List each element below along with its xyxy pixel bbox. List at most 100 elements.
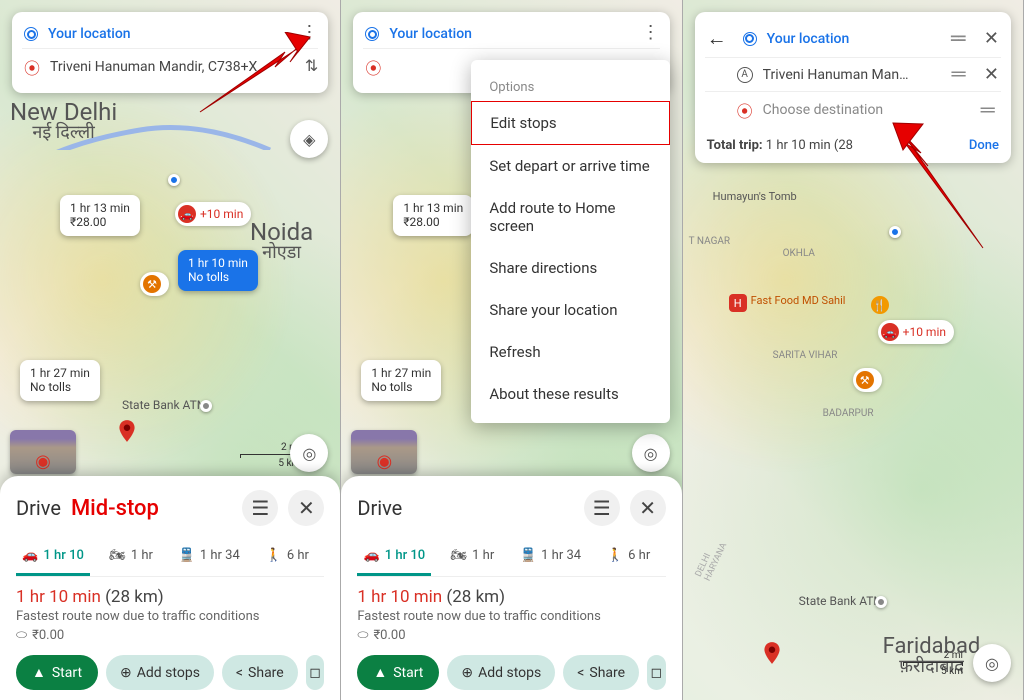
poi-tomb: Humayun's Tomb bbox=[713, 190, 797, 203]
walk-icon: 🚶 bbox=[266, 548, 282, 563]
train-icon: 🚆 bbox=[179, 548, 195, 563]
directions-card: Your location ⦿ Triveni Hanuman Mandir, … bbox=[12, 12, 328, 93]
route-options-button[interactable]: ☰ bbox=[242, 490, 278, 526]
origin-field[interactable]: Your location bbox=[363, 20, 659, 49]
start-button[interactable]: ▲Start bbox=[16, 655, 98, 690]
car-icon: 🚗 bbox=[364, 548, 380, 563]
route-summary: 1 hr 10 min (28 km) bbox=[16, 587, 324, 607]
alt-route-2-callout[interactable]: 1 hr 27 min No tolls bbox=[361, 360, 441, 401]
mode-walk[interactable]: 🚶6 hr bbox=[250, 540, 324, 576]
toll-icon: ⬭ bbox=[357, 628, 368, 643]
choose-destination-field[interactable]: ⦿ Choose destination == bbox=[705, 91, 1001, 128]
waypoint-bank bbox=[875, 596, 887, 608]
directions-sheet: Drive ☰ ✕ 🚗1 hr 10 🏍1 hr 🚆1 hr 34 🚶6 hr … bbox=[341, 476, 681, 700]
overflow-menu-button[interactable]: ⋮ bbox=[642, 22, 660, 43]
recenter-button[interactable]: ◎ bbox=[973, 644, 1011, 682]
mode-transit[interactable]: 🚆1 hr 34 bbox=[172, 540, 246, 576]
overflow-menu: Options Edit stops Set depart or arrive … bbox=[471, 60, 669, 423]
menu-depart-time[interactable]: Set depart or arrive time bbox=[471, 145, 669, 187]
close-sheet-button[interactable]: ✕ bbox=[288, 490, 324, 526]
origin-field[interactable]: Your location bbox=[22, 20, 318, 49]
train-icon: 🚆 bbox=[520, 548, 536, 563]
done-button[interactable]: Done bbox=[969, 138, 999, 153]
addstop-icon: ⊕ bbox=[120, 665, 132, 681]
pin-icon: ⦿ bbox=[737, 98, 753, 122]
selected-route-callout[interactable]: 1 hr 10 min No tolls bbox=[178, 250, 258, 291]
pin-icon: ⦿ bbox=[365, 55, 381, 79]
mode-walk[interactable]: 🚶6 hr bbox=[592, 540, 666, 576]
mode-motorcycle[interactable]: 🏍1 hr bbox=[94, 540, 168, 576]
mode-drive[interactable]: 🚗1 hr 10 bbox=[16, 540, 90, 576]
pin-icon: ⦿ bbox=[24, 55, 40, 79]
map-scale: 2 mi 5 km bbox=[903, 650, 963, 678]
alt-route-1-callout[interactable]: 1 hr 13 min ₹28.00 bbox=[60, 195, 140, 236]
waypoint-dot bbox=[200, 400, 212, 412]
destination-pin bbox=[759, 640, 785, 666]
menu-header: Options bbox=[471, 68, 669, 101]
bookmark-button[interactable]: ◻ bbox=[647, 655, 666, 690]
route-options-button[interactable]: ☰ bbox=[584, 490, 620, 526]
origin-dot bbox=[168, 174, 180, 186]
area-nagar: T NAGAR bbox=[689, 236, 730, 247]
traffic-delay-chip[interactable]: 🚗+10 min bbox=[175, 202, 251, 226]
remove-stop-button[interactable]: ✕ bbox=[984, 64, 999, 85]
bookmark-icon: ◻ bbox=[651, 665, 663, 681]
menu-share-location[interactable]: Share your location bbox=[471, 289, 669, 331]
car-icon: 🚗 bbox=[22, 548, 38, 563]
area-vihar: SARITA VIHAR bbox=[773, 350, 838, 361]
add-stops-button[interactable]: ⊕Add stops bbox=[106, 655, 214, 690]
menu-add-home[interactable]: Add route to Home screen bbox=[471, 187, 669, 247]
travel-mode-tabs: 🚗1 hr 10 🏍1 hr 🚆1 hr 34 🚶6 hr bbox=[357, 540, 665, 577]
close-sheet-button[interactable]: ✕ bbox=[630, 490, 666, 526]
poi-bank: State Bank ATM bbox=[799, 594, 884, 608]
menu-about-results[interactable]: About these results bbox=[471, 373, 669, 415]
share-button[interactable]: <Share bbox=[222, 655, 298, 690]
drag-handle-icon[interactable]: == bbox=[950, 28, 964, 49]
destination-field[interactable]: ⦿ Triveni Hanuman Mandir, C738+X bbox=[22, 49, 318, 85]
menu-share-directions[interactable]: Share directions bbox=[471, 247, 669, 289]
streetview-thumbnail[interactable] bbox=[351, 430, 417, 474]
menu-refresh[interactable]: Refresh bbox=[471, 331, 669, 373]
nav-icon: ▲ bbox=[32, 664, 46, 681]
route-description: Fastest route now due to traffic conditi… bbox=[16, 609, 324, 624]
origin-field[interactable]: ← Your location == ✕ bbox=[705, 20, 1001, 57]
drag-handle-icon[interactable]: == bbox=[950, 64, 964, 85]
share-icon: < bbox=[236, 665, 243, 681]
roadwork-chip[interactable]: ⚒ bbox=[853, 368, 882, 392]
route-description: Fastest route now due to traffic conditi… bbox=[357, 609, 665, 624]
motorcycle-icon: 🏍 bbox=[109, 548, 126, 563]
remove-stop-button[interactable]: ✕ bbox=[984, 28, 999, 49]
alt-route-2-callout[interactable]: 1 hr 27 min No tolls bbox=[20, 360, 100, 401]
mode-transit[interactable]: 🚆1 hr 34 bbox=[513, 540, 587, 576]
stop-a-field[interactable]: A Triveni Hanuman Man… == ✕ bbox=[705, 57, 1001, 91]
area-okhla: OKHLA bbox=[783, 248, 815, 259]
area-badarpur: BADARPUR bbox=[823, 408, 874, 419]
addstop-icon: ⊕ bbox=[461, 665, 473, 681]
roadwork-chip[interactable]: ⚒ bbox=[140, 272, 169, 296]
start-button[interactable]: ▲Start bbox=[357, 655, 439, 690]
streetview-thumbnail[interactable] bbox=[10, 430, 76, 474]
destination-pin bbox=[114, 418, 140, 444]
traffic-delay-chip[interactable]: 🚗+10 min bbox=[878, 320, 954, 344]
panel-3: Humayun's Tomb OKHLA T NAGAR SARITA VIHA… bbox=[683, 0, 1024, 700]
share-button[interactable]: <Share bbox=[563, 655, 639, 690]
panel-2: 1 hr 13 min ₹28.00 1 hr 27 min No tolls … bbox=[341, 0, 682, 700]
poi-fastfood: Fast Food MD Sahil bbox=[751, 294, 846, 307]
overflow-menu-button[interactable]: ⋮ bbox=[300, 22, 318, 43]
bookmark-button[interactable]: ◻ bbox=[306, 655, 325, 690]
restaurant-icon: 🍴 bbox=[871, 296, 889, 314]
alt-route-1-callout[interactable]: 1 hr 13 min ₹28.00 bbox=[393, 195, 473, 236]
add-stops-button[interactable]: ⊕Add stops bbox=[447, 655, 555, 690]
drag-handle-icon[interactable]: == bbox=[979, 100, 993, 121]
menu-edit-stops[interactable]: Edit stops bbox=[471, 101, 669, 145]
swap-button[interactable]: ⇅ bbox=[305, 56, 318, 75]
city-newdelhi: New Delhi नई दिल्ली bbox=[10, 100, 117, 142]
travel-mode-tabs: 🚗1 hr 10 🏍1 hr 🚆1 hr 34 🚶6 hr bbox=[16, 540, 324, 577]
back-button[interactable]: ← bbox=[707, 26, 727, 51]
recenter-button[interactable]: ◎ bbox=[632, 434, 670, 472]
share-icon: < bbox=[577, 665, 584, 681]
mode-motorcycle[interactable]: 🏍1 hr bbox=[435, 540, 509, 576]
mode-drive[interactable]: 🚗1 hr 10 bbox=[357, 540, 431, 576]
bookmark-icon: ◻ bbox=[309, 665, 321, 681]
nav-icon: ▲ bbox=[373, 664, 387, 681]
